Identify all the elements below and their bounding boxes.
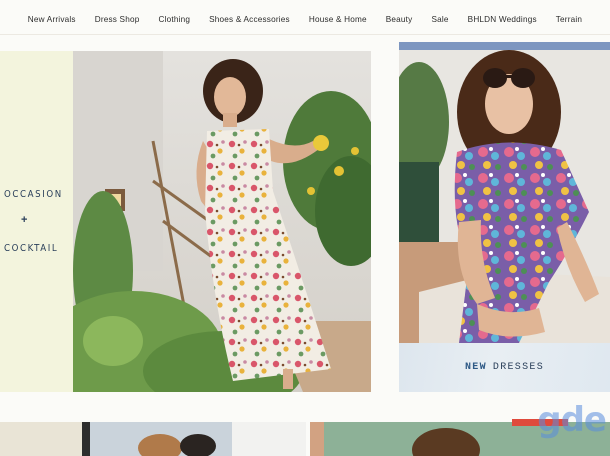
nav-sale[interactable]: Sale bbox=[431, 15, 448, 24]
hero-photo-floral-dress[interactable] bbox=[73, 51, 371, 392]
nav-shoes-accessories[interactable]: Shoes & Accessories bbox=[209, 15, 290, 24]
occasion-label: OCCASION bbox=[4, 189, 63, 200]
nav-bhldn-weddings[interactable]: BHLDN Weddings bbox=[468, 15, 537, 24]
new-dresses-caption[interactable]: NEW DRESSES bbox=[399, 343, 610, 392]
bottom-thumbnail-1[interactable] bbox=[0, 422, 82, 456]
caption-word-dresses: DRESSES bbox=[492, 362, 544, 373]
occasion-panel[interactable]: OCCASION + COCKTAIL bbox=[0, 51, 73, 392]
nav-divider bbox=[0, 34, 610, 35]
page: { "nav": { "items": ["New Arrivals", "Dr… bbox=[0, 0, 610, 456]
nav-house-home[interactable]: House & Home bbox=[309, 15, 367, 24]
nav-clothing[interactable]: Clothing bbox=[158, 15, 190, 24]
new-dresses-photo[interactable] bbox=[399, 42, 610, 343]
caption-word-new: NEW bbox=[464, 362, 487, 373]
new-dresses-illustration bbox=[399, 42, 610, 343]
top-navigation: New Arrivals Dress Shop Clothing Shoes &… bbox=[0, 0, 610, 38]
nav-dress-shop[interactable]: Dress Shop bbox=[95, 15, 140, 24]
hero-photo-illustration bbox=[73, 51, 371, 392]
bottom-thumbnail-2-illustration bbox=[82, 422, 306, 456]
cocktail-label: COCKTAIL bbox=[4, 243, 59, 254]
caption-text: NEW DRESSES bbox=[465, 362, 544, 373]
bottom-thumbnail-2[interactable] bbox=[82, 422, 306, 456]
watermark-logo: gde bbox=[537, 400, 607, 440]
plus-separator: + bbox=[21, 214, 28, 226]
nav-terrain[interactable]: Terrain bbox=[556, 15, 582, 24]
nav-new-arrivals[interactable]: New Arrivals bbox=[28, 15, 76, 24]
nav-beauty[interactable]: Beauty bbox=[386, 15, 413, 24]
